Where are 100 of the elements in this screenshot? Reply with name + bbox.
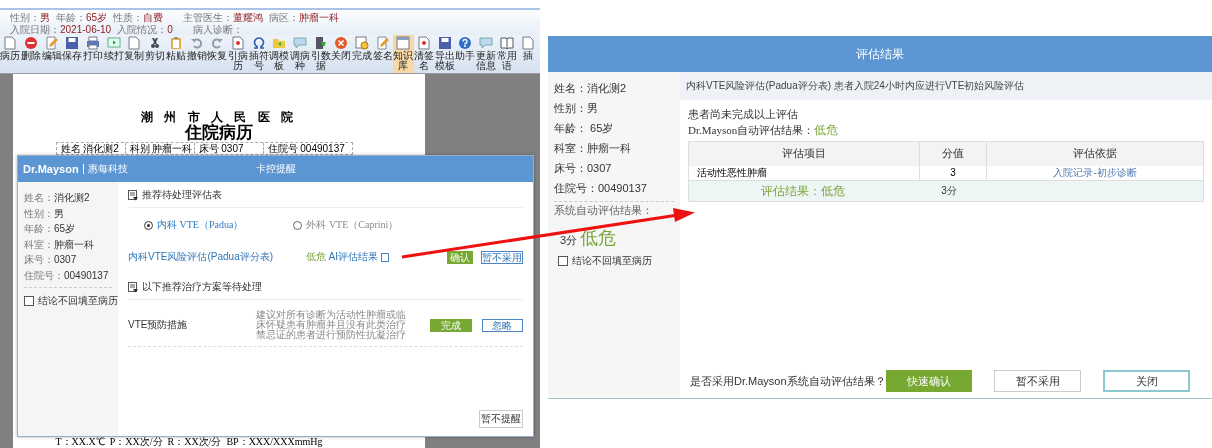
score-text: 3分 — [560, 233, 578, 248]
risk-level: 低危 — [305, 250, 326, 264]
close-icon — [334, 36, 349, 50]
toolbar-button[interactable]: 删除 — [20, 35, 42, 73]
toolbar-button[interactable]: 知识库 — [393, 35, 414, 73]
field-value: 00490137 — [598, 182, 647, 194]
section-title: 推荐待处理评估表 — [142, 188, 222, 202]
toolbar-button[interactable]: 剪切 — [144, 35, 166, 73]
summary-score: 3分 — [940, 184, 958, 198]
button[interactable]: 暂不采用 — [481, 250, 523, 264]
field-value: 0307 — [54, 254, 77, 265]
field-value: 65岁 — [86, 12, 108, 23]
field-value: 0 — [167, 24, 173, 35]
omega-icon — [251, 36, 266, 50]
toolbar-button[interactable]: 更新信息 — [475, 35, 497, 73]
toolbar-button[interactable]: 恢复 — [206, 35, 228, 73]
column-header: 评估项目 — [688, 141, 920, 166]
field-value: 男 — [587, 102, 598, 114]
window-icon — [396, 36, 411, 50]
toolbar-button[interactable]: 粘贴 — [165, 35, 187, 73]
risk-level: 低危 — [580, 227, 617, 250]
chat-icon — [292, 36, 307, 50]
field-value: 肿瘤一科 — [54, 238, 94, 250]
button[interactable]: 暂不提醒 — [479, 410, 523, 428]
toolbar-button[interactable]: 续打 — [103, 35, 125, 73]
database-icon — [313, 36, 328, 50]
document-icon — [381, 252, 389, 262]
book-icon — [499, 36, 514, 50]
toolbar-button[interactable]: 签名 — [372, 35, 394, 73]
field-label: 入院情况： — [117, 24, 168, 35]
toolbar-button[interactable]: 引数据 — [310, 35, 331, 73]
toolbar-button[interactable]: 助手 — [455, 35, 476, 73]
source-link[interactable]: 入院记录-初步诊断 — [1053, 166, 1137, 178]
pencil-icon — [375, 36, 390, 50]
field-label: 住院号： — [554, 182, 598, 194]
checkbox[interactable] — [24, 296, 34, 306]
radio-button[interactable] — [293, 220, 303, 230]
field-label: 姓名： — [24, 192, 54, 203]
result-label: 系统自动评估结果： — [554, 203, 654, 218]
chat-icon — [479, 36, 494, 50]
field-label: 年龄： — [554, 122, 587, 134]
table-cell: 3 — [919, 165, 987, 181]
status-text: 患者尚未完成以上评估 — [688, 107, 799, 122]
field-value: 65岁 — [589, 122, 614, 134]
field-label: 入院日期： — [10, 24, 60, 35]
toolbar-button[interactable]: 撤销 — [186, 35, 207, 73]
toolbar-button[interactable]: 打印 — [82, 35, 104, 73]
toolbar-button[interactable]: 保存 — [62, 35, 83, 73]
toolbar-button[interactable]: 调病种 — [289, 35, 311, 73]
field-label: 姓名： — [554, 82, 587, 94]
toolbar-button[interactable]: 插 — [517, 35, 538, 73]
radio-button[interactable] — [144, 220, 153, 230]
dialog-header: 评估结果 — [548, 36, 1212, 72]
field-label: 性质： — [113, 12, 144, 23]
field-label: 性别： — [554, 102, 587, 114]
field-value: 65岁 — [54, 223, 76, 234]
toolbar-button[interactable]: 常用语 — [496, 35, 518, 73]
toolbar-button[interactable]: 引病历 — [227, 35, 249, 73]
field-value: 消化测2 — [587, 82, 627, 94]
field-label: 主管医生： — [183, 12, 234, 23]
toolbar-button[interactable]: 调模板 — [268, 35, 290, 73]
measure-name: VTE预防措施 — [128, 318, 189, 332]
field-label: 科室： — [24, 238, 54, 250]
result-link[interactable]: AI评估结果 — [328, 250, 378, 264]
column-header: 分值 — [919, 141, 987, 166]
field-label: 床号： — [24, 254, 54, 265]
form-icon — [128, 189, 138, 201]
company-name: 惠每科技 — [82, 164, 128, 174]
toolbar-button[interactable]: 复制 — [124, 35, 145, 73]
help-icon — [458, 36, 473, 50]
field-label: 住院号： — [24, 269, 64, 281]
button[interactable]: 暂不采用 — [994, 370, 1082, 392]
checkbox[interactable] — [558, 256, 568, 266]
toolbar-button[interactable]: 病历 — [0, 35, 21, 73]
folder-icon — [272, 36, 287, 50]
field-label: 年龄： — [56, 12, 86, 23]
pencil-icon — [44, 36, 59, 50]
column-header: 评估依据 — [986, 141, 1204, 166]
field-value: 肿瘤一科 — [587, 142, 631, 154]
assessment-link[interactable]: 内科VTE风险评估(Padua评分表) — [128, 250, 298, 264]
toolbar-button[interactable]: 清签名 — [413, 35, 435, 73]
dialog-title: 卡控提醒 — [255, 162, 296, 176]
button[interactable]: 关闭 — [1103, 370, 1190, 392]
table-cell: 活动性恶性肿瘤 — [688, 165, 920, 181]
field-value: 2021-06-10 — [60, 24, 112, 35]
field-value: 男 — [40, 12, 50, 23]
field-value: 男 — [54, 207, 64, 219]
page-icon — [417, 36, 432, 50]
toolbar-button[interactable]: 插符号 — [248, 35, 269, 73]
button[interactable]: 忽略 — [481, 318, 523, 332]
toolbar-button[interactable]: 导出模板 — [434, 35, 456, 73]
checkbox-label: 结论不回填至病历 — [572, 254, 652, 268]
section-title: 以下推荐治疗方案等待处理 — [142, 280, 262, 294]
field-label: 床号： — [554, 162, 587, 174]
toolbar-button[interactable]: 编辑 — [41, 35, 63, 73]
result-label: Dr.Mayson自动评估结果： — [688, 123, 815, 138]
info-cell: 科别 肿瘤一科 — [125, 143, 195, 154]
toolbar-button[interactable]: 完成 — [351, 35, 373, 73]
field-label: 科室： — [554, 142, 587, 154]
toolbar-button[interactable]: 关闭 — [331, 35, 352, 73]
